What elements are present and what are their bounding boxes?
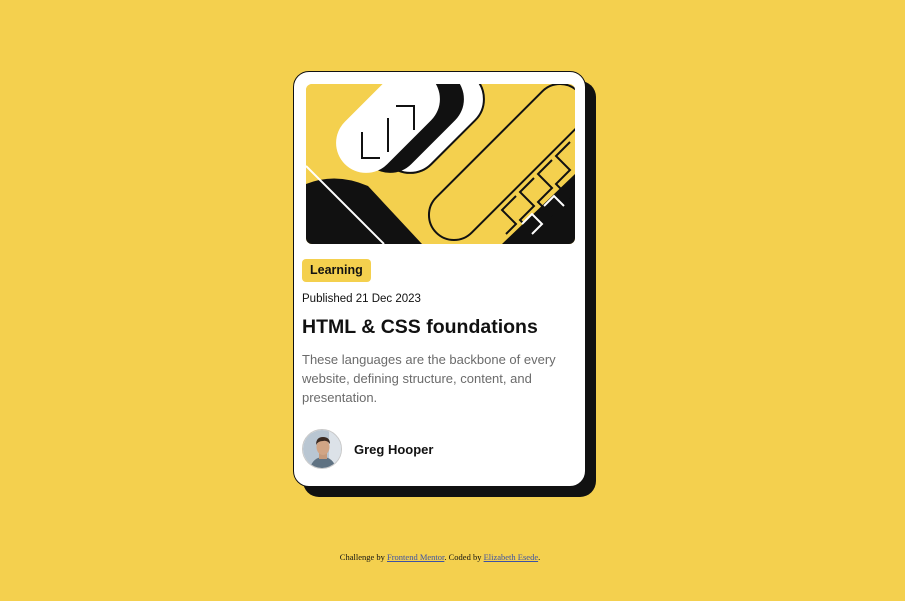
portrait-avatar-icon: [302, 429, 342, 469]
frontend-mentor-link[interactable]: Frontend Mentor: [387, 552, 444, 562]
category-tag: Learning: [302, 259, 371, 282]
attribution-middle: . Coded by: [444, 552, 484, 562]
author-link[interactable]: Elizabeth Esede: [484, 552, 539, 562]
attribution-suffix: .: [538, 552, 541, 562]
card-description: These languages are the backbone of ever…: [302, 352, 556, 405]
attribution: Challenge by Frontend Mentor. Coded by E…: [0, 552, 880, 562]
blog-preview-card: Learning Published 21 Dec 2023 HTML & CS…: [293, 71, 586, 487]
published-date: Published 21 Dec 2023: [302, 293, 421, 305]
illustration-image: [306, 84, 575, 244]
card-title[interactable]: HTML & CSS foundations: [302, 315, 538, 339]
author: Greg Hooper: [302, 429, 433, 469]
attribution-prefix: Challenge by: [339, 552, 387, 562]
abstract-illustration-icon: [306, 84, 575, 244]
author-name: Greg Hooper: [354, 441, 434, 457]
